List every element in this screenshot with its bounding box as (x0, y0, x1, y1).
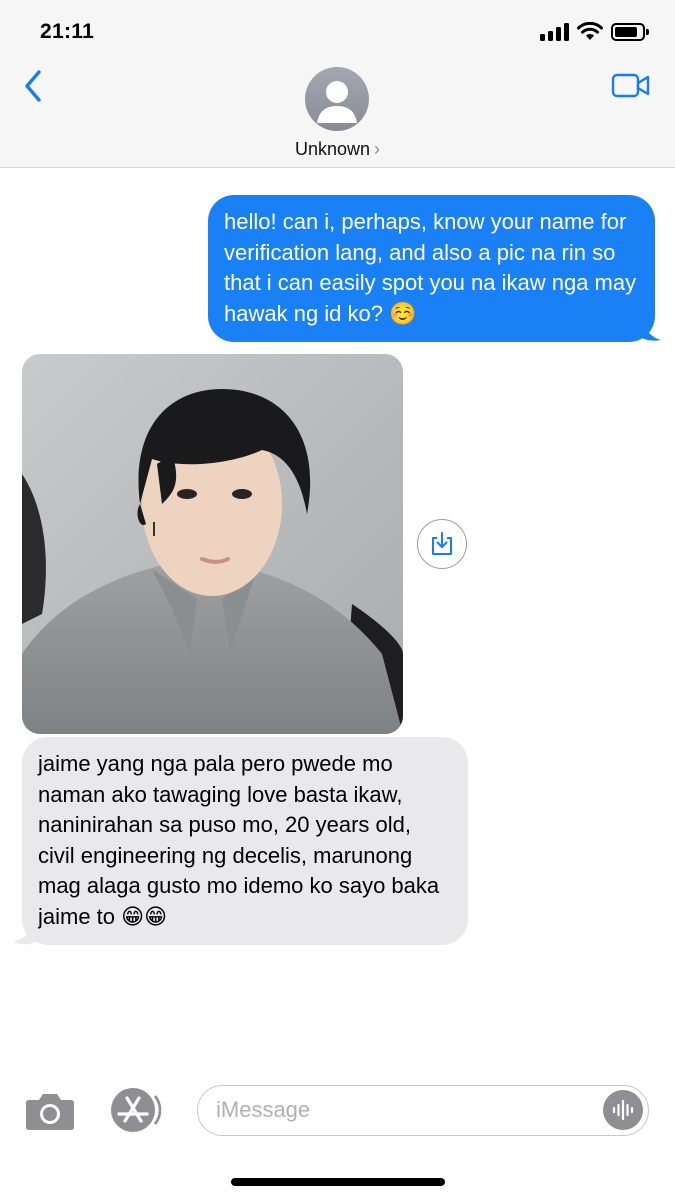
contact-name-button[interactable]: Unknown › (0, 139, 675, 160)
message-text: hello! can i, perhaps, know your name fo… (224, 209, 637, 326)
chevron-right-icon: › (374, 139, 381, 159)
save-photo-button[interactable] (417, 519, 467, 569)
status-icons (540, 22, 649, 41)
save-to-photos-icon (432, 532, 452, 555)
camera-icon (26, 1094, 74, 1130)
wifi-icon (577, 22, 603, 40)
contact-avatar[interactable] (305, 67, 369, 131)
selfie-photo (22, 354, 403, 734)
received-photo[interactable] (22, 354, 403, 734)
battery-fill (615, 26, 638, 37)
message-bubble-incoming[interactable]: jaime yang nga pala pero pwede mo naman … (22, 737, 468, 945)
signal-icon (540, 22, 569, 41)
message-text: jaime yang nga pala pero pwede mo naman … (38, 751, 440, 929)
person-silhouette-icon (317, 81, 357, 123)
app-store-button[interactable] (106, 1085, 166, 1135)
back-button[interactable] (20, 68, 48, 104)
chevron-left-icon (25, 70, 41, 102)
voice-message-button[interactable] (603, 1090, 643, 1130)
voice-waveform-icon (612, 1099, 634, 1121)
message-bubble-outgoing[interactable]: hello! can i, perhaps, know your name fo… (208, 195, 655, 342)
conversation-header: 21:11 Unknown › (0, 0, 675, 168)
app-store-icon (111, 1088, 162, 1132)
camera-button[interactable] (24, 1090, 76, 1132)
battery-icon (611, 22, 649, 41)
message-input-container[interactable] (197, 1085, 649, 1136)
status-time: 21:11 (40, 20, 95, 43)
bubble-tail-incoming (13, 921, 38, 945)
facetime-video-button[interactable] (611, 72, 651, 100)
contact-name: Unknown (294, 139, 371, 159)
home-indicator (231, 1178, 445, 1186)
facetime-video-icon (611, 73, 650, 98)
message-input[interactable] (216, 1086, 586, 1134)
bubble-tail-outgoing (636, 316, 661, 341)
